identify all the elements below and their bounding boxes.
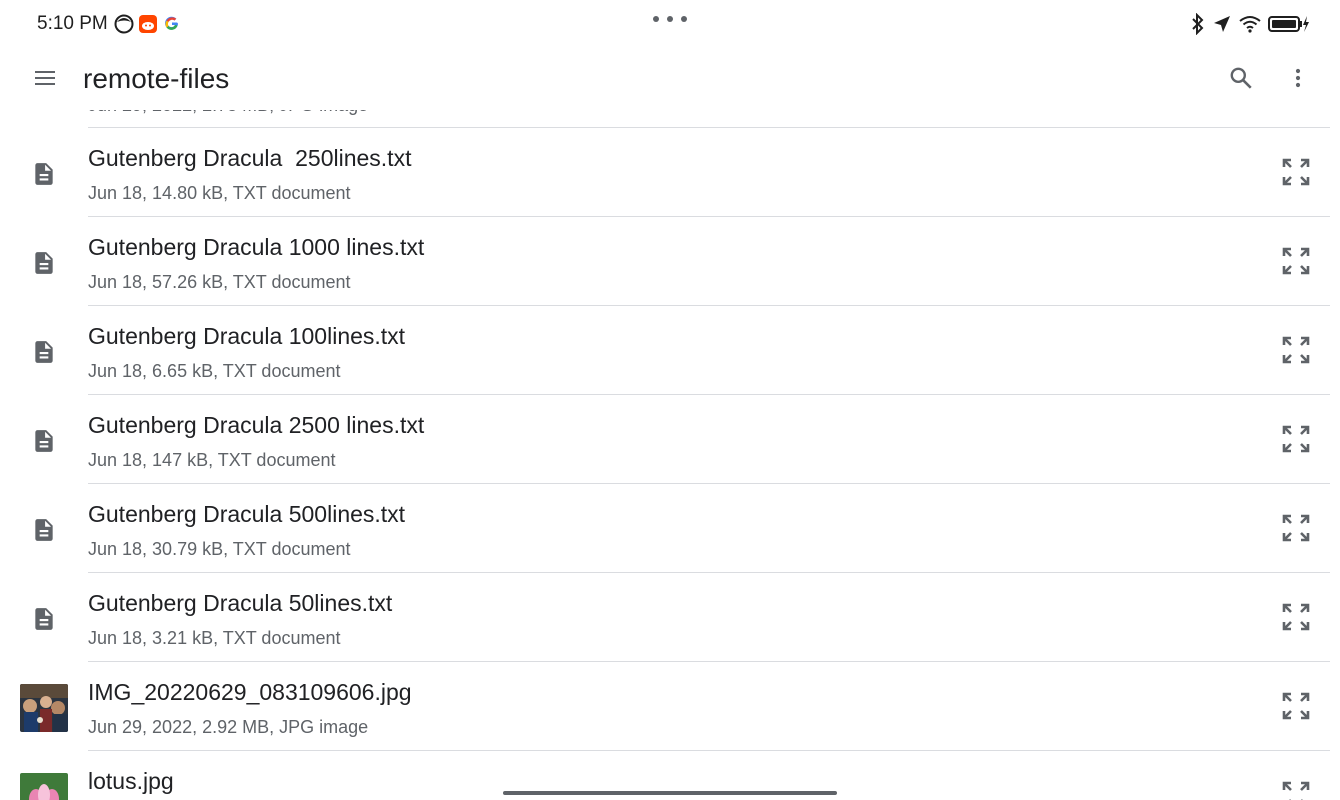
menu-button[interactable] <box>28 61 62 95</box>
file-meta: Jun 18, 57.26 kB, TXT document <box>88 272 351 292</box>
file-name: Gutenberg Dracula 1000 lines.txt <box>88 234 425 260</box>
fullscreen-icon <box>1282 247 1310 275</box>
fullscreen-icon <box>1282 603 1310 631</box>
expand-button[interactable] <box>1278 777 1314 800</box>
document-icon <box>20 328 68 376</box>
file-name: IMG_20220629_083109606.jpg <box>88 679 412 705</box>
list-item[interactable]: Gutenberg Dracula 2500 lines.txt Jun 18,… <box>0 395 1340 484</box>
expand-button[interactable] <box>1278 510 1314 546</box>
expand-button[interactable] <box>1278 421 1314 457</box>
page-title: remote-files <box>83 63 230 94</box>
document-icon <box>20 239 68 287</box>
file-name: Gutenberg Dracula 50lines.txt <box>88 590 393 616</box>
file-name: Gutenberg Dracula 250lines.txt <box>88 145 412 171</box>
expand-button[interactable] <box>1278 599 1314 635</box>
hamburger-menu-icon <box>35 71 55 85</box>
fullscreen-icon <box>1282 514 1310 542</box>
list-item[interactable]: Gutenberg Dracula 250lines.txt Jun 18, 1… <box>0 128 1340 217</box>
fullscreen-icon <box>1282 158 1310 186</box>
file-list: Gutenberg Dracula 250lines.txt Jun 18, 1… <box>0 0 1340 800</box>
file-meta: Jun 29, 2022, 2.92 MB, JPG image <box>88 717 369 737</box>
more-vert-icon <box>1295 68 1301 88</box>
file-meta: Jun 18, 30.79 kB, TXT document <box>88 539 351 559</box>
file-meta: Jun 18, 147 kB, TXT document <box>88 450 336 470</box>
search-icon <box>1230 67 1252 89</box>
fullscreen-icon <box>1282 692 1310 720</box>
document-icon <box>20 150 68 198</box>
expand-button[interactable] <box>1278 154 1314 190</box>
list-item[interactable]: Gutenberg Dracula 50lines.txt Jun 18, 3.… <box>0 573 1340 662</box>
file-meta: Jun 18, 3.21 kB, TXT document <box>88 628 341 648</box>
document-icon <box>20 417 68 465</box>
app-bar: remote-files <box>0 48 1340 110</box>
document-icon <box>20 506 68 554</box>
file-meta: Jun 18, 6.65 kB, TXT document <box>88 361 341 381</box>
file-name: lotus.jpg <box>88 768 174 794</box>
list-item[interactable]: Gutenberg Dracula 500lines.txt Jun 18, 3… <box>0 484 1340 573</box>
gesture-navigation-handle[interactable] <box>503 791 837 795</box>
list-item[interactable]: Gutenberg Dracula 1000 lines.txt Jun 18,… <box>0 217 1340 306</box>
fullscreen-icon <box>1282 336 1310 364</box>
expand-button[interactable] <box>1278 332 1314 368</box>
image-thumbnail <box>20 684 68 732</box>
file-meta: Jun 18, 14.80 kB, TXT document <box>88 183 351 203</box>
image-thumbnail <box>20 773 68 800</box>
file-name: Gutenberg Dracula 100lines.txt <box>88 323 406 349</box>
expand-button[interactable] <box>1278 243 1314 279</box>
file-name: Gutenberg Dracula 500lines.txt <box>88 501 406 527</box>
fullscreen-icon <box>1282 781 1310 800</box>
file-name: Gutenberg Dracula 2500 lines.txt <box>88 412 425 438</box>
more-options-button[interactable] <box>1281 61 1315 95</box>
list-item[interactable]: Gutenberg Dracula 100lines.txt Jun 18, 6… <box>0 306 1340 395</box>
document-icon <box>20 595 68 643</box>
search-button[interactable] <box>1224 61 1258 95</box>
expand-button[interactable] <box>1278 688 1314 724</box>
list-item[interactable]: IMG_20220629_083109606.jpg Jun 29, 2022,… <box>0 662 1340 751</box>
fullscreen-icon <box>1282 425 1310 453</box>
